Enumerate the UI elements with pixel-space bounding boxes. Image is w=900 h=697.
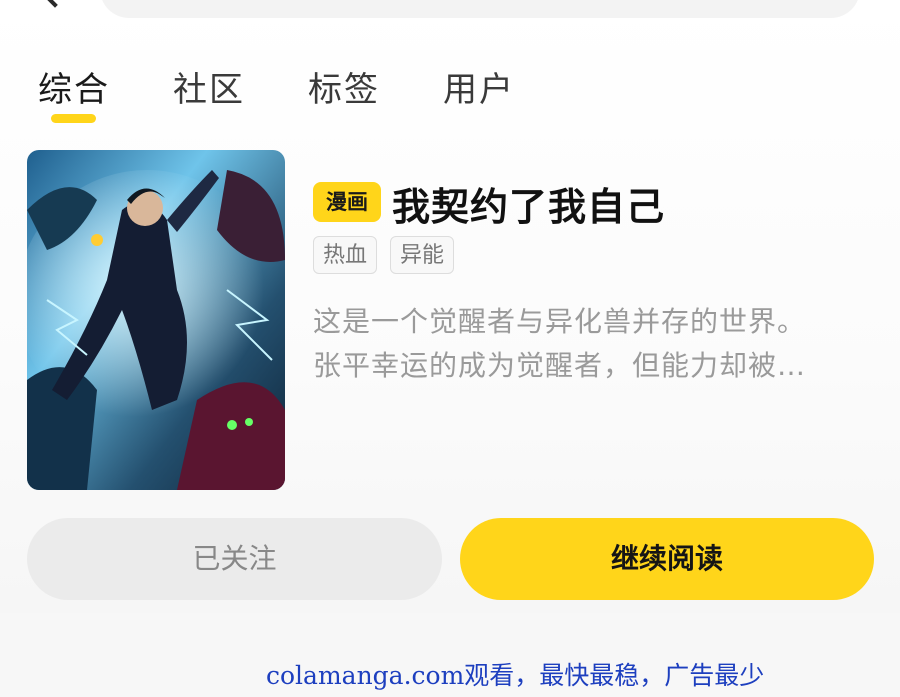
tag-chip[interactable]: 异能: [390, 236, 455, 274]
description-line: 这是一个觉醒者与异化兽并存的世界。: [313, 305, 807, 338]
tab-bar: 综合 社区 标签 用户: [0, 58, 900, 128]
tab-community[interactable]: 社区: [173, 62, 245, 111]
tag-chip[interactable]: 热血: [313, 236, 378, 274]
watermark-text: colamanga.com观看，最快最稳，广告最少: [266, 661, 765, 690]
active-tab-indicator: [51, 114, 96, 123]
search-results-panel: 综合 社区 标签 用户 漫画 我契约了我自己 热血 异能 这是一个觉醒者与异化兽…: [0, 0, 900, 613]
tab-comprehensive[interactable]: 综合: [38, 62, 110, 111]
comic-title[interactable]: 我契约了我自己: [392, 176, 665, 231]
description-line: 张平幸运的成为觉醒者，但能力却被…: [313, 349, 807, 382]
tab-users[interactable]: 用户: [443, 62, 515, 111]
chevron-left-icon[interactable]: [42, 0, 68, 8]
type-badge: 漫画: [313, 182, 381, 222]
continue-reading-button[interactable]: 继续阅读: [460, 518, 874, 600]
followed-button[interactable]: 已关注: [27, 518, 442, 600]
comic-cover-image[interactable]: [27, 150, 285, 490]
search-input[interactable]: [100, 0, 860, 18]
tab-tags[interactable]: 标签: [308, 62, 380, 111]
